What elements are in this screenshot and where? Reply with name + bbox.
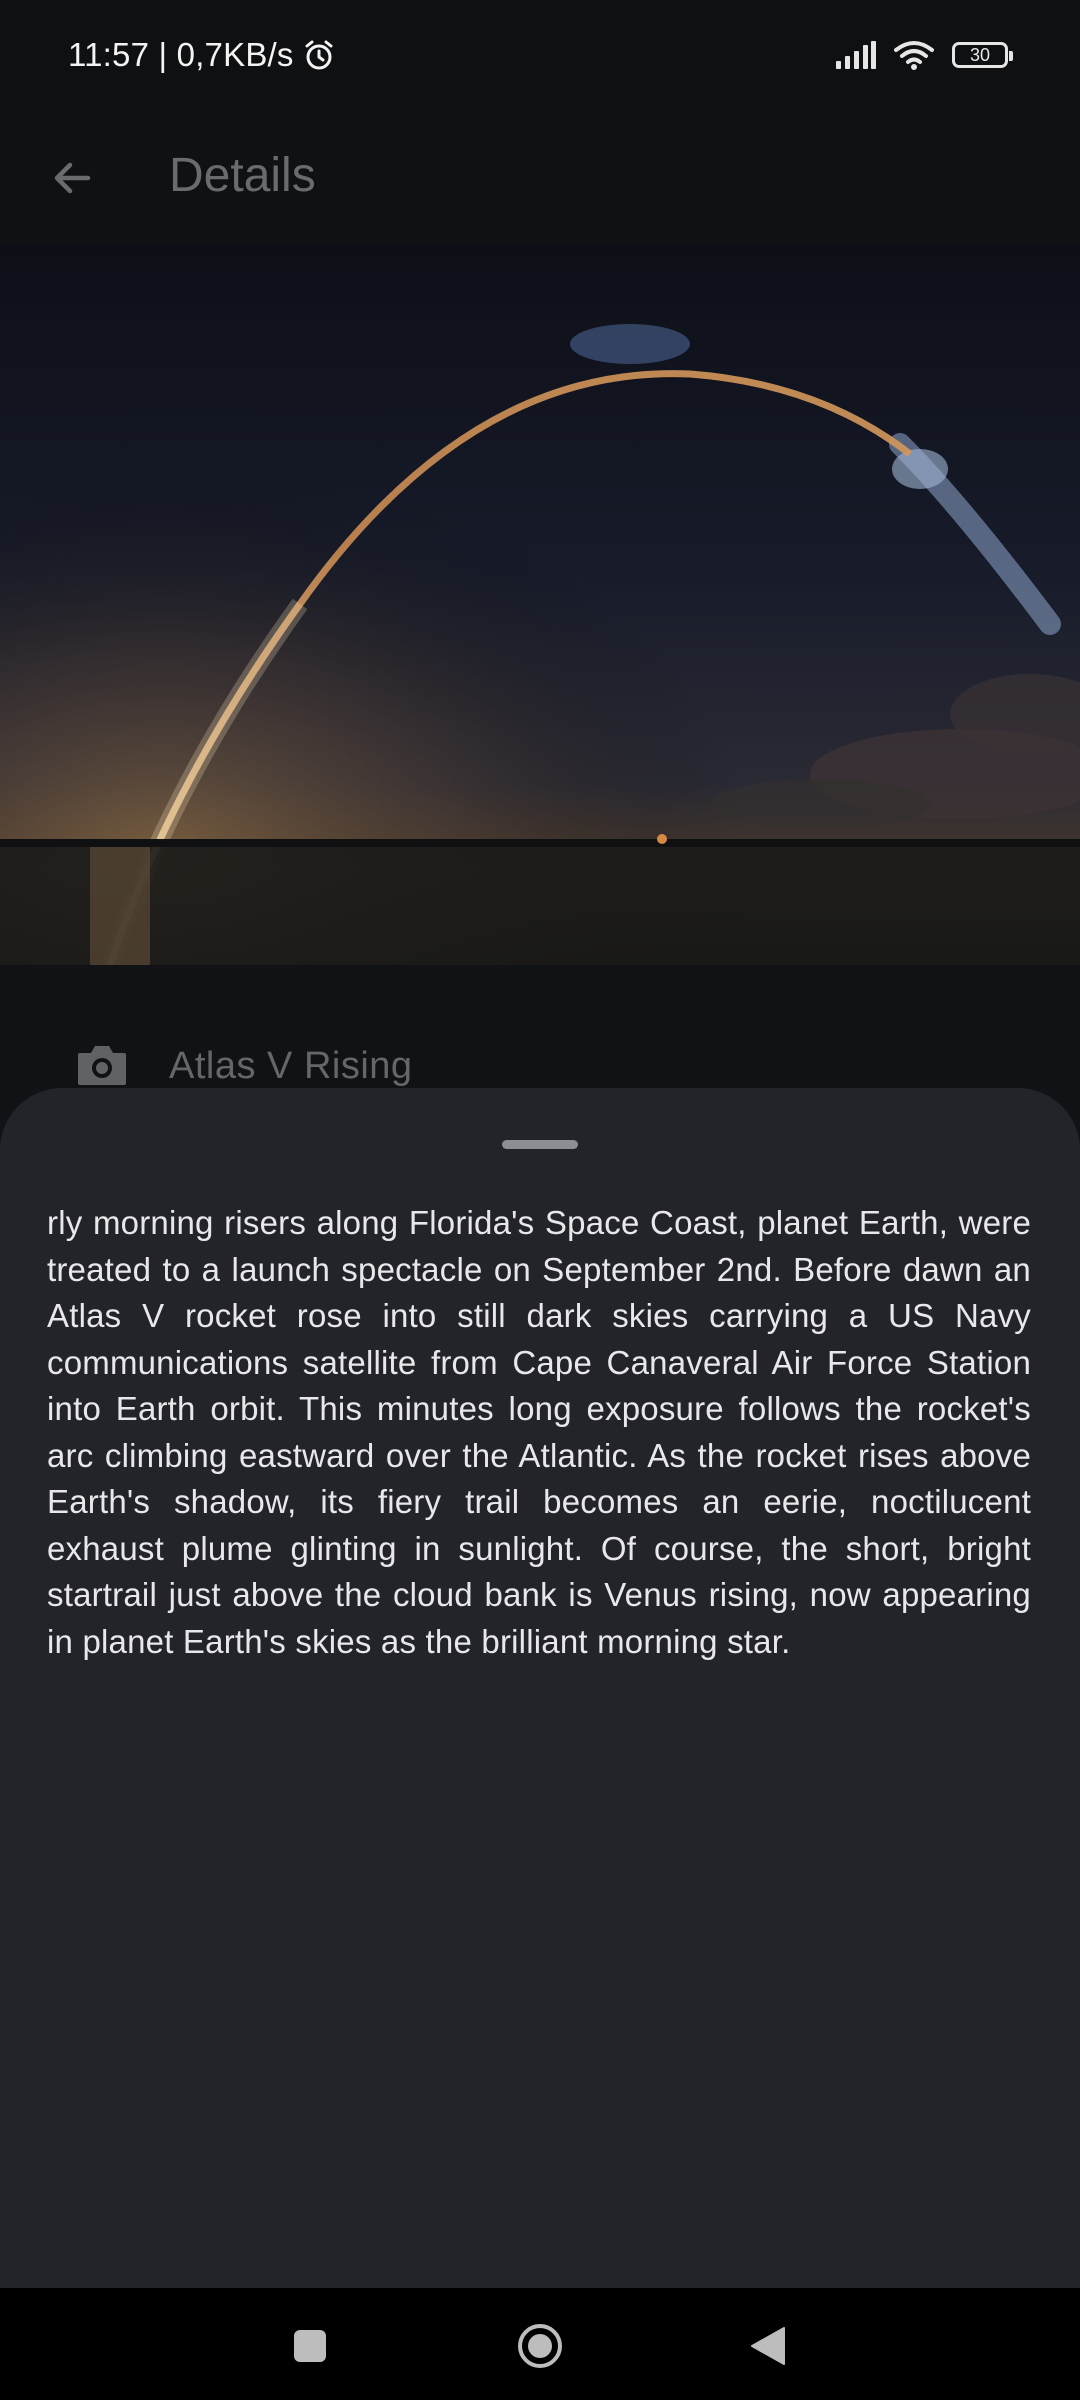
- home-circle-icon: [518, 2324, 562, 2368]
- camera-icon: [78, 1046, 126, 1085]
- back-nav-button[interactable]: [738, 2316, 798, 2376]
- caption-row: Atlas V Rising: [0, 965, 1080, 1095]
- system-nav-bar: [0, 2288, 1080, 2400]
- apod-image[interactable]: [0, 244, 1080, 965]
- recents-square-icon: [294, 2330, 326, 2362]
- status-right: 30: [836, 40, 1013, 70]
- status-bar: 11:57 | 0,7KB/s 30: [0, 0, 1080, 118]
- app-bar: Details: [0, 118, 1080, 244]
- battery-icon: 30: [952, 42, 1013, 68]
- arrow-left-icon: [54, 162, 91, 194]
- home-button[interactable]: [510, 2316, 570, 2376]
- image-title: Atlas V Rising: [169, 1045, 413, 1087]
- status-time-speed: 11:57 | 0,7KB/s: [68, 36, 294, 73]
- launch-photo: [0, 244, 1080, 965]
- drag-handle[interactable]: [502, 1140, 578, 1149]
- signal-icon: [836, 41, 876, 69]
- explanation-bottom-sheet[interactable]: rly morning risers along Florida's Space…: [0, 1088, 1080, 2288]
- recents-button[interactable]: [280, 2316, 340, 2376]
- explanation-text: rly morning risers along Florida's Space…: [47, 1204, 1031, 1660]
- status-left: 11:57 | 0,7KB/s: [68, 36, 336, 74]
- page-title: Details: [169, 149, 316, 202]
- alarm-icon: [305, 40, 333, 70]
- details-screen: 11:57 | 0,7KB/s 30 Details Atlas V Risin…: [0, 0, 1080, 2400]
- back-triangle-icon: [751, 2327, 785, 2365]
- wifi-icon: [894, 41, 934, 70]
- back-button[interactable]: [36, 142, 108, 214]
- battery-level: 30: [969, 45, 991, 65]
